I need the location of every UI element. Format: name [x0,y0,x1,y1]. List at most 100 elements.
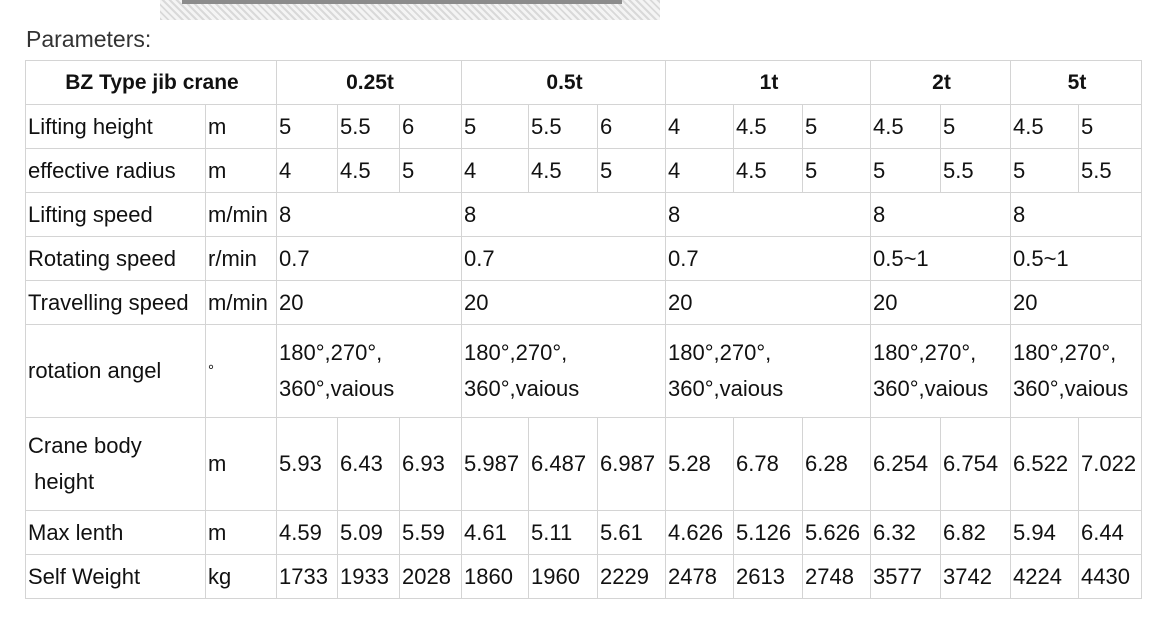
cell: 1960 [528,554,598,599]
cell: 5 [1010,148,1079,193]
row-label: Travelling speed [25,280,206,325]
header-type: BZ Type jib crane [25,60,277,105]
image-edge-bar [182,0,622,4]
cell: 4 [276,148,338,193]
cell: 3742 [940,554,1011,599]
row-label: Max lenth [25,510,206,555]
angle-line-1: 180°,270°, [464,340,568,365]
angle-line-2: 360°,vaious [279,376,395,401]
cell: 5.11 [528,510,598,555]
cell: 4430 [1078,554,1142,599]
cell: 20 [1010,280,1142,325]
cell: 6.93 [399,417,462,511]
header-0.25t: 0.25t [276,60,462,105]
header-0.5t: 0.5t [461,60,666,105]
jib-crane-parameters-table: BZ Type jib crane 0.25t 0.5t 1t 2t 5t Li… [25,60,1142,599]
cell: 2613 [733,554,803,599]
cell: 5.126 [733,510,803,555]
cell: 5.626 [802,510,871,555]
angle-line-2: 360°,vaious [464,376,580,401]
cell: 180°,270°, 360°,vaious [276,324,462,418]
cell: 5 [940,104,1011,149]
row-label: Lifting speed [25,192,206,237]
cell: 5.09 [337,510,400,555]
cell: 5 [870,148,941,193]
row-unit: m [205,104,277,149]
cell: 5.93 [276,417,338,511]
table-row-rotation-angle: rotation angel ° 180°,270°, 360°,vaious 1… [25,324,1142,418]
cell: 4.61 [461,510,529,555]
header-1t: 1t [665,60,871,105]
row-label: Lifting height [25,104,206,149]
table-header-row: BZ Type jib crane 0.25t 0.5t 1t 2t 5t [25,60,1142,105]
cell: 4.626 [665,510,734,555]
cell: 6.82 [940,510,1011,555]
cell: 4.5 [337,148,400,193]
cell: 0.7 [276,236,462,281]
header-5t: 5t [1010,60,1142,105]
cell: 5.5 [1078,148,1142,193]
table-row-lifting-height: Lifting height m 5 5.5 6 5 5.5 6 4 4.5 5… [25,104,1142,149]
cell: 6.754 [940,417,1011,511]
table-row-effective-radius: effective radius m 4 4.5 5 4 4.5 5 4 4.5… [25,148,1142,193]
cell: 5.59 [399,510,462,555]
angle-line-1: 180°,270°, [279,340,383,365]
row-unit: m/min [205,280,277,325]
table-row-lifting-speed: Lifting speed m/min 8 8 8 8 8 [25,192,1142,237]
table-row-crane-body-height: Crane body height m 5.93 6.43 6.93 5.987… [25,417,1142,511]
cell: 4 [665,148,734,193]
cell: 1733 [276,554,338,599]
cell: 20 [665,280,871,325]
cell: 5 [802,104,871,149]
angle-line-2: 360°,vaious [668,376,784,401]
cell: 8 [870,192,1011,237]
cell: 5.94 [1010,510,1079,555]
cell: 0.5~1 [870,236,1011,281]
cell: 5 [399,148,462,193]
table-row-max-length: Max lenth m 4.59 5.09 5.59 4.61 5.11 5.6… [25,510,1142,555]
row-label: Self Weight [25,554,206,599]
cell: 6.522 [1010,417,1079,511]
cell: 5.5 [337,104,400,149]
cell: 4.5 [528,148,598,193]
cell: 4 [461,148,529,193]
row-label: Rotating speed [25,236,206,281]
cell: 5.5 [940,148,1011,193]
cell: 6.78 [733,417,803,511]
cell: 4224 [1010,554,1079,599]
row-unit: m [205,417,277,511]
cell: 2028 [399,554,462,599]
row-label: effective radius [25,148,206,193]
row-label: rotation angel [25,324,206,418]
cell: 5.987 [461,417,529,511]
cell: 5 [597,148,666,193]
row-unit: kg [205,554,277,599]
cell: 4 [665,104,734,149]
row-unit: r/min [205,236,277,281]
cell: 4.59 [276,510,338,555]
cell: 1860 [461,554,529,599]
header-2t: 2t [870,60,1011,105]
angle-line-1: 180°,270°, [873,340,977,365]
cell: 0.7 [665,236,871,281]
cell: 20 [461,280,666,325]
angle-line-2: 360°,vaious [873,376,989,401]
cell: 2748 [802,554,871,599]
cell: 0.7 [461,236,666,281]
cell: 6.487 [528,417,598,511]
row-label: Crane body height [25,417,206,511]
cell: 20 [870,280,1011,325]
cell: 5 [461,104,529,149]
cell: 180°,270°, 360°,vaious [461,324,666,418]
cell: 8 [1010,192,1142,237]
cell: 5 [1078,104,1142,149]
row-unit: m/min [205,192,277,237]
cell: 1933 [337,554,400,599]
parameters-heading: Parameters: [26,26,152,52]
cell: 6 [399,104,462,149]
cell: 2478 [665,554,734,599]
table-row-self-weight: Self Weight kg 1733 1933 2028 1860 1960 … [25,554,1142,599]
cell: 5.61 [597,510,666,555]
cell: 4.5 [870,104,941,149]
label-line-1: Crane body [28,433,142,458]
